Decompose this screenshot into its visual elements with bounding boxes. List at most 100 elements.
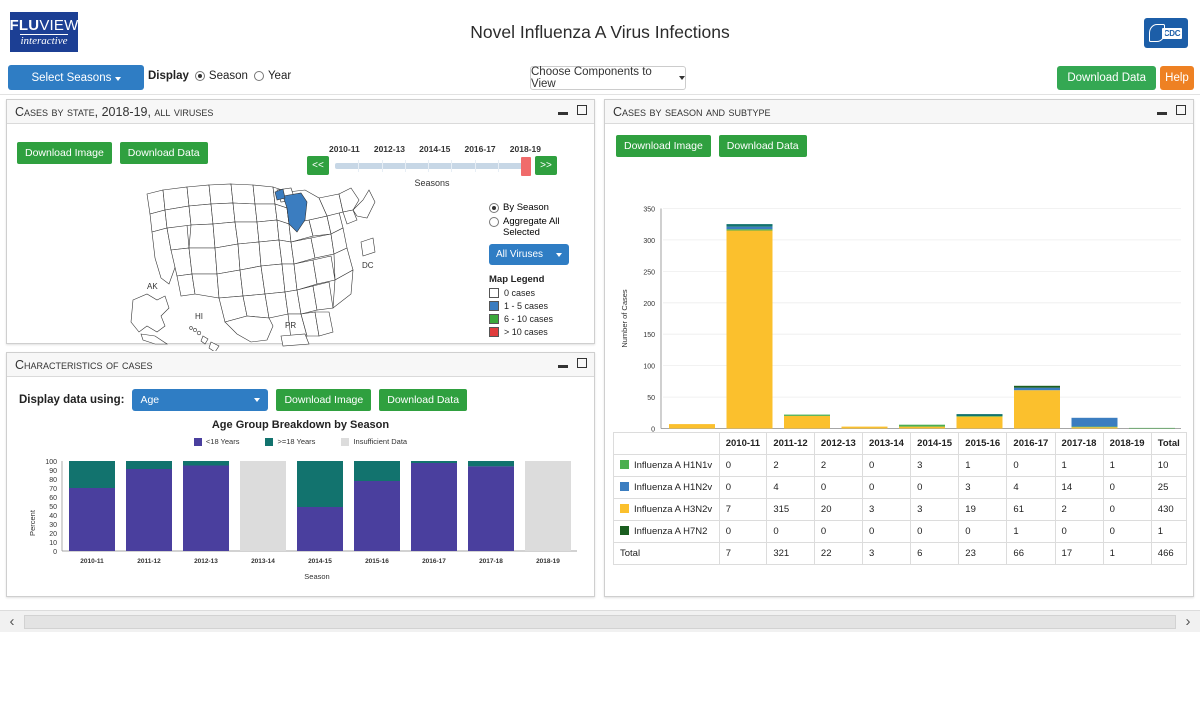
maximize-icon[interactable] [577,358,587,368]
scroll-left-arrow-icon[interactable]: ‹ [0,613,24,630]
minimize-icon[interactable] [558,365,568,368]
row-label-h1n2v: Influenza A H1N2v [614,477,720,499]
cell: 0 [1103,499,1151,521]
legend-swatch-0-cases [489,288,499,298]
season-slider-row: << >> [307,156,557,175]
radio-display-year[interactable]: Year [254,70,291,82]
legend-label: 6 - 10 cases [504,314,553,324]
legend-swatch-6-10-cases [489,314,499,324]
panel-header: Cases by State, 2018-19, All Viruses [7,100,594,124]
legend-swatch-under-18 [194,438,202,446]
svg-text:50: 50 [49,504,57,511]
panel-cases-by-season-and-subtype: Cases by Season and Subtype Download Ima… [604,99,1194,597]
subtype-download-data-button[interactable]: Download Data [719,135,807,157]
legend-swatch-18-over [265,438,273,446]
slider-track[interactable] [335,163,529,169]
scrollbar-trough[interactable] [24,615,1176,629]
th-2010-11: 2010-11 [719,433,767,455]
char-download-image-button[interactable]: Download Image [276,389,371,411]
svg-text:2015-16: 2015-16 [365,558,389,565]
svg-text:60: 60 [49,495,57,502]
row-label-total: Total [614,543,720,565]
cell: 25 [1151,477,1186,499]
page-title: Novel Influenza A Virus Infections [0,22,1200,43]
chevron-down-icon [556,253,562,257]
minimize-icon[interactable] [1157,112,1167,115]
radio-by-season[interactable]: By Season [489,202,594,213]
cell: 61 [1007,499,1055,521]
svg-text:10: 10 [49,540,57,547]
legend-label: <18 Years [206,437,240,446]
radio-aggregate-indicator [489,217,499,227]
cell: 19 [959,499,1007,521]
minimize-icon[interactable] [558,112,568,115]
th-2018-19: 2018-19 [1103,433,1151,455]
cell: 4 [767,477,815,499]
maximize-icon[interactable] [577,105,587,115]
slider-thumb[interactable] [521,157,531,176]
cell: 0 [1103,521,1151,543]
cell: 1 [1103,455,1151,477]
th-2011-12: 2011-12 [767,433,815,455]
char-download-data-button[interactable]: Download Data [379,389,467,411]
choose-components-dropdown[interactable]: Choose Components to View [530,66,686,90]
cell: 0 [1055,521,1103,543]
maximize-icon[interactable] [1176,105,1186,115]
row-swatch-h7n2 [620,526,629,535]
scroll-right-arrow-icon[interactable]: › [1176,613,1200,630]
chevron-down-icon [679,76,685,80]
display-data-using-value: Age [140,394,159,406]
cell: 0 [719,521,767,543]
slider-prev-button[interactable]: << [307,156,329,175]
slider-next-button[interactable]: >> [535,156,557,175]
slider-tick-label: 2010-11 [329,144,360,154]
legend-swatch-1-5-cases [489,301,499,311]
download-data-button[interactable]: Download Data [1057,66,1156,90]
table-row: Influenza A H7N2 0 0 0 0 0 0 1 0 0 1 [614,521,1187,543]
row-label-text: Influenza A H1N2v [634,482,712,493]
svg-text:2011-12: 2011-12 [137,558,161,565]
cell: 2 [767,455,815,477]
state-download-data-button[interactable]: Download Data [120,142,208,164]
svg-text:0: 0 [53,549,57,556]
legend-item: 0 cases [489,288,594,298]
svg-text:30: 30 [49,522,57,529]
table-row: Influenza A H1N2v 0 4 0 0 0 3 4 14 0 25 [614,477,1187,499]
radio-aggregate-all-selected[interactable]: Aggregate All Selected [489,216,594,238]
cases-table: 2010-11 2011-12 2012-13 2013-14 2014-15 … [613,432,1187,565]
cell: 0 [719,477,767,499]
cell: 0 [911,477,959,499]
cell: 0 [863,477,911,499]
radio-by-season-label: By Season [503,202,549,213]
slider-tick-label: 2014-15 [419,144,450,154]
th-2015-16: 2015-16 [959,433,1007,455]
row-label-text: Influenza A H3N2v [634,504,712,515]
state-download-image-button[interactable]: Download Image [17,142,112,164]
cell: 315 [767,499,815,521]
cdc-logo: CDC [1144,18,1188,48]
subtype-download-image-button[interactable]: Download Image [616,135,711,157]
cell: 6 [911,543,959,565]
cell: 2 [1055,499,1103,521]
legend-label: > 10 cases [504,327,548,337]
legend-item: > 10 cases [489,327,594,337]
select-seasons-button[interactable]: Select Seasons [8,65,144,90]
radio-by-season-indicator [489,203,499,213]
display-label: Display [148,70,189,82]
us-choropleth-map[interactable]: AK HI PR DC [125,176,390,351]
cdc-swoosh-icon [1149,24,1165,42]
display-data-using-dropdown[interactable]: Age [132,389,268,411]
age-group-stacked-bar-chart[interactable]: 100 90 80 70 60 50 40 30 20 10 0 Percent [17,453,587,583]
row-label-h3n2v: Influenza A H3N2v [614,499,720,521]
cell: 0 [863,455,911,477]
cell: 17 [1055,543,1103,565]
table-row: Influenza A H1N1v 0 2 2 0 3 1 0 1 1 10 [614,455,1187,477]
horizontal-scrollbar[interactable]: ‹ › [0,610,1200,632]
cell: 466 [1151,543,1186,565]
slider-tick-label: 2012-13 [374,144,405,154]
legend-swatch-insufficient [341,438,349,446]
virus-type-dropdown[interactable]: All Viruses [489,244,569,265]
help-button[interactable]: Help [1160,66,1194,90]
radio-display-season[interactable]: Season [195,70,248,82]
svg-text:200: 200 [643,301,655,308]
